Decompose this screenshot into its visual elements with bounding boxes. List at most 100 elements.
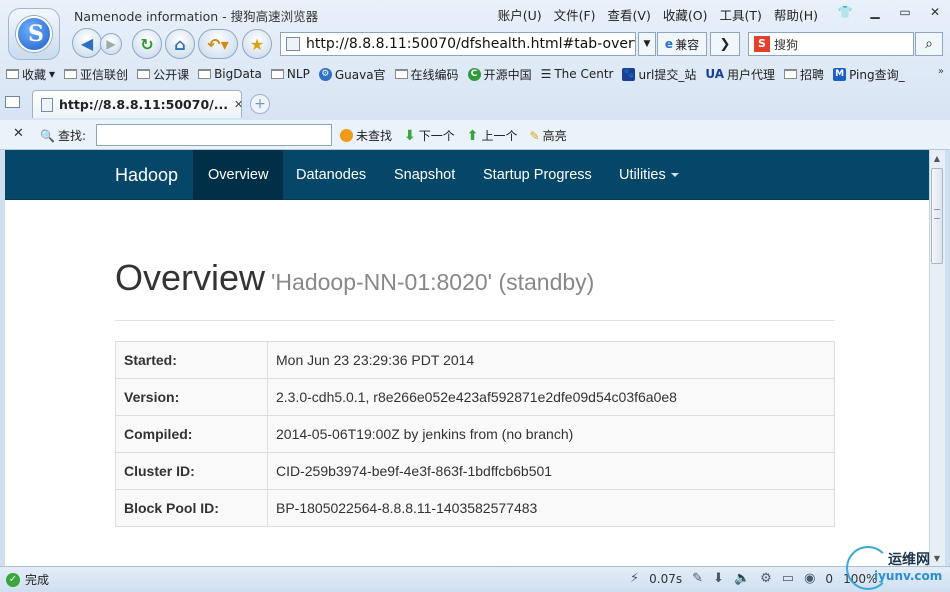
highlight-button[interactable]: ✎ 高亮 — [530, 127, 567, 144]
go-button[interactable]: ❯ — [710, 32, 740, 56]
search-button[interactable]: ⌕ — [915, 32, 943, 56]
scroll-down-icon[interactable]: ▼ — [929, 550, 945, 566]
find-close-icon[interactable]: ✕ — [13, 126, 24, 141]
list-icon: ☰ — [540, 67, 552, 81]
close-window-button[interactable]: ✕ — [920, 0, 950, 24]
row-value: Mon Jun 23 23:29:36 PDT 2014 — [267, 341, 835, 379]
bookmark-item[interactable]: 公开课 — [137, 66, 189, 83]
bookmark-item[interactable]: 亚信联创 — [64, 66, 128, 83]
row-key: Block Pool ID: — [115, 489, 268, 527]
bookmark-favorites[interactable]: 收藏 ▾ — [6, 66, 55, 83]
menu-favorites[interactable]: 收藏(O) — [663, 5, 708, 24]
oschina-icon: C — [467, 67, 481, 81]
row-key: Started: — [115, 341, 268, 379]
home-icon: ⌂ — [174, 34, 186, 54]
page-icon — [41, 97, 53, 112]
bookmark-item[interactable]: ☰ The Centr — [541, 67, 614, 81]
page-subtitle: 'Hadoop-NN-01:8020' (standby) — [271, 269, 595, 295]
window-title: Namenode information - 搜狗高速浏览器 — [74, 9, 319, 24]
status-text: 完成 — [25, 573, 50, 587]
status-left: ✓ 完成 — [6, 571, 49, 588]
menu-view[interactable]: 查看(V) — [608, 5, 651, 24]
row-value: 2.3.0-cdh5.0.1, r8e266e052e423af592871e2… — [267, 378, 835, 416]
url-dropdown-button[interactable]: ▼ — [638, 32, 656, 56]
find-options: 未查找 ⬇ 下一个 ⬆ 上一个 ✎ 高亮 — [340, 127, 567, 144]
scroll-up-icon[interactable]: ▲ — [929, 150, 945, 166]
page-title: Overview 'Hadoop-NN-01:8020' (standby) — [115, 257, 594, 299]
favorite-button[interactable]: ★ — [242, 29, 272, 59]
gear-icon[interactable]: ⚙ — [760, 571, 772, 586]
tab-close-icon[interactable]: ✕ — [234, 98, 243, 111]
row-value: BP-1805022564-8.8.8.11-1403582577483 — [267, 489, 835, 527]
status-dot-icon — [340, 129, 353, 142]
address-bar[interactable]: http://8.8.8.11:50070/dfshealth.html#tab… — [280, 32, 636, 56]
search-box[interactable]: S 搜狗 — [748, 32, 914, 56]
arrow-right-icon: ▶ — [106, 37, 116, 51]
bookmark-item[interactable]: UA 用户代理 — [705, 66, 775, 83]
undo-icon: ↶▾ — [207, 34, 229, 54]
search-icon: ⌕ — [925, 36, 933, 52]
nav-startup-progress[interactable]: Startup Progress — [468, 150, 607, 200]
hadoop-navbar: Hadoop Overview Datanodes Snapshot Start… — [5, 150, 929, 200]
bookmarks-more-icon[interactable]: » — [938, 66, 944, 77]
back-button[interactable]: ◀ — [72, 28, 102, 58]
overview-table: Started: Mon Jun 23 23:29:36 PDT 2014 Ver… — [115, 341, 835, 527]
screen-icon[interactable]: ▭ — [782, 571, 794, 586]
sidebar-toggle-icon[interactable] — [5, 96, 20, 108]
watermark-logo-icon — [846, 546, 890, 590]
bookmark-item[interactable]: 在线编码 — [394, 66, 459, 83]
bookmark-item[interactable]: C 开源中国 — [467, 66, 532, 83]
bookmark-item[interactable]: 招聘 — [784, 66, 824, 83]
bookmarks-bar: 收藏 ▾ 亚信联创 公开课 BigData NLP ⚙ Guava官 在线编码 C开… — [6, 64, 905, 84]
undo-close-button[interactable]: ↶▾ — [198, 29, 238, 59]
check-icon: ✓ — [6, 572, 20, 587]
skin-icon[interactable]: 👕 — [830, 0, 860, 24]
bookmark-item[interactable]: 🐾 url提交_站 — [622, 66, 696, 83]
nav-utilities[interactable]: Utilities — [604, 150, 694, 200]
find-input[interactable] — [96, 124, 332, 146]
menu-file[interactable]: 文件(F) — [554, 5, 596, 24]
menu-account[interactable]: 账户(U) — [498, 5, 542, 24]
guava-icon: ⚙ — [318, 67, 332, 81]
table-row: Cluster ID: CID-259b3974-be9f-4e3f-863f-1… — [115, 452, 835, 490]
minimize-button[interactable]: ▁ — [860, 0, 890, 24]
tab-title: http://8.8.8.11:50070/... — [59, 97, 228, 112]
row-value: CID-259b3974-be9f-4e3f-863f-1bdffcb6b501 — [267, 452, 835, 490]
divider — [115, 320, 835, 321]
pen-icon[interactable]: ✎ — [692, 571, 703, 586]
bookmark-item[interactable]: NLP — [270, 67, 310, 81]
reload-button[interactable]: ↻ — [132, 29, 162, 59]
watermark-text: 运维网 — [888, 552, 930, 568]
url-text[interactable]: http://8.8.8.11:50070/dfshealth.html#tab… — [306, 36, 635, 52]
nav-snapshot[interactable]: Snapshot — [379, 150, 470, 200]
new-tab-button[interactable]: + — [250, 94, 270, 114]
menu-tools[interactable]: 工具(T) — [719, 5, 761, 24]
maximize-button[interactable]: ▭ — [890, 0, 920, 24]
bookmark-item[interactable]: BigData — [198, 67, 262, 81]
compat-label: 兼容 — [675, 37, 700, 52]
brand-link[interactable]: Hadoop — [115, 165, 178, 186]
forward-button[interactable]: ▶ — [100, 33, 122, 55]
find-next-button[interactable]: ⬇ 下一个 — [404, 127, 455, 144]
find-prev-button[interactable]: ⬆ 上一个 — [467, 127, 518, 144]
sogou-logo-icon[interactable]: S — [8, 8, 60, 60]
tab-active[interactable]: http://8.8.8.11:50070/... ✕ — [32, 90, 243, 118]
download-icon[interactable]: ⬇ — [713, 571, 724, 586]
table-row: Version: 2.3.0-cdh5.0.1, r8e266e052e423af… — [115, 378, 835, 416]
favorites-icon — [6, 69, 19, 79]
eye-icon[interactable]: ◉ — [804, 571, 815, 586]
nav-datanodes[interactable]: Datanodes — [281, 150, 381, 200]
bookmark-item[interactable]: ⚙ Guava官 — [318, 66, 386, 83]
window-controls: 👕 ▁ ▭ ✕ — [830, 0, 950, 24]
speed-icon[interactable]: ⚡ — [630, 571, 639, 586]
page-viewport: Hadoop Overview Datanodes Snapshot Start… — [5, 150, 929, 566]
folder-icon — [198, 69, 212, 79]
compat-mode-button[interactable]: e 兼容 — [657, 32, 707, 56]
menu-help[interactable]: 帮助(H) — [774, 5, 818, 24]
nav-overview[interactable]: Overview — [193, 150, 284, 200]
bookmark-item[interactable]: M Ping查询_ — [833, 66, 905, 83]
table-row: Started: Mon Jun 23 23:29:36 PDT 2014 — [115, 341, 835, 379]
arrow-up-icon: ⬆ — [466, 127, 479, 144]
volume-icon[interactable]: 🔈 — [734, 571, 750, 586]
home-button[interactable]: ⌂ — [165, 29, 195, 59]
